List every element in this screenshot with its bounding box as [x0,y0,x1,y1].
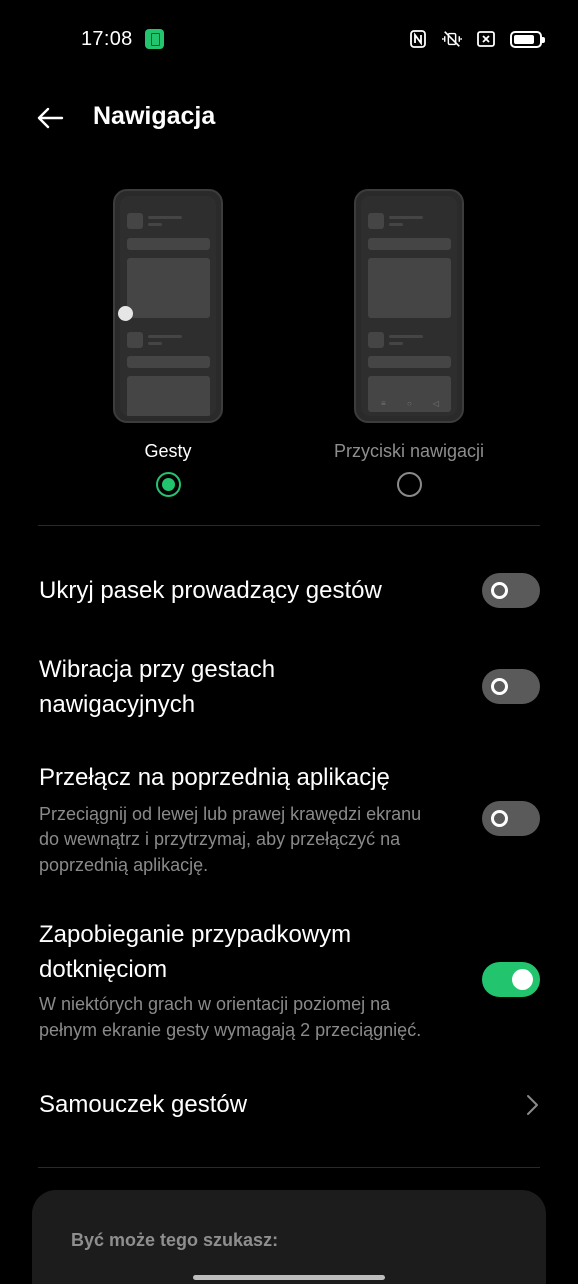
setting-title-gesture-vibration-line2: nawigacyjnych [39,691,196,718]
buttons-preview[interactable]: ≡ ○ ◁ [354,189,464,423]
gesture-tutorial-item[interactable]: Samouczek gestów [39,1087,247,1122]
status-icons [408,28,545,50]
app-notification-icon [145,29,164,49]
hide-gesture-bar-toggle[interactable] [482,573,540,608]
home-indicator[interactable] [193,1275,385,1280]
setting-title-hide-gesture-bar: Ukryj pasek prowadzący gestów [39,577,382,604]
gestures-preview[interactable] [113,189,223,423]
suggestions-card: Być może tego szukasz: [32,1190,546,1284]
suggestions-title: Być może tego szukasz: [71,1230,279,1250]
divider [38,525,540,526]
back-key-icon: ◁ [433,399,440,408]
menu-key-icon: ≡ [381,399,386,408]
nfc-icon [410,30,426,48]
chevron-right-icon [527,1095,538,1115]
arrow-left-icon [37,107,64,129]
battery-icon [510,30,545,48]
close-box-icon [477,31,495,47]
setting-title-accidental-touch: Zapobieganie przypadkowym [39,921,352,948]
gesture-vibration-toggle[interactable] [482,669,540,704]
toggle-knob [512,969,533,990]
setting-desc-accidental-touch-line2: pełnym ekranie gesty wymagają 2 przeciąg… [39,1020,422,1040]
gesture-edge-indicator [118,306,133,321]
gestures-radio[interactable] [156,472,181,497]
option-label-buttons: Przyciski nawigacji [333,441,485,461]
divider [38,1167,540,1168]
page-title: Nawigacja [93,102,216,130]
setting-desc-switch-previous-app-line3: poprzednią aplikację. [39,855,209,875]
switch-previous-app-toggle[interactable] [482,801,540,836]
home-key-icon: ○ [407,399,412,408]
option-label-gestures: Gesty [144,441,192,461]
status-time: 17:08 [81,28,133,50]
accidental-touch-toggle[interactable] [482,962,540,997]
setting-title-switch-previous-app: Przełącz na poprzednią aplikację [39,764,390,791]
status-bar: 17:08 [0,0,578,78]
toggle-knob [491,582,508,599]
toggle-knob [491,678,508,695]
setting-desc-switch-previous-app-line2: do wewnątrz i przytrzymaj, aby przełączy… [39,829,401,849]
header: Nawigacja [0,90,578,146]
setting-desc-accidental-touch-line1: W niektórych grach w orientacji poziomej… [39,994,391,1014]
preview-screen: ≡ ○ ◁ [361,196,457,416]
toggle-knob [491,810,508,827]
buttons-radio[interactable] [397,472,422,497]
setting-title-gesture-vibration: Wibracja przy gestach [39,656,276,683]
setting-desc-switch-previous-app-line1: Przeciągnij od lewej lub prawej krawędzi… [39,804,422,824]
preview-screen [120,196,216,416]
back-button[interactable] [30,100,70,136]
vibrate-off-icon [442,31,462,47]
setting-title-accidental-touch-line2: dotknięciom [39,956,168,983]
